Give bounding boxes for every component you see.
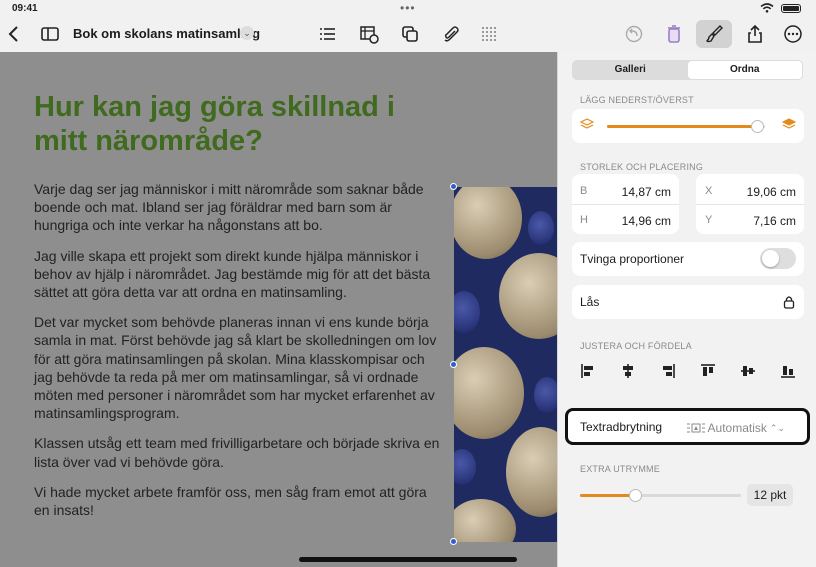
- document-body[interactable]: Hur kan jag göra skillnad i mitt närområ…: [34, 90, 444, 519]
- paragraph[interactable]: Varje dag ser jag människor i mitt närom…: [34, 180, 444, 235]
- y-label: Y: [705, 214, 713, 226]
- height-field[interactable]: 14,96 cm: [622, 214, 671, 228]
- layer-slider[interactable]: [607, 120, 765, 133]
- bring-to-front-icon[interactable]: [782, 118, 796, 132]
- paintbrush-icon[interactable]: [696, 20, 732, 48]
- extra-space-field[interactable]: 12 pkt: [747, 484, 793, 506]
- height-label: H: [580, 214, 588, 226]
- width-label: B: [580, 185, 588, 197]
- lock-label: Lås: [580, 295, 600, 309]
- position-fields-card: X 19,06 cm Y 7,16 cm: [696, 174, 804, 234]
- multitasking-dots-icon[interactable]: •••: [400, 1, 416, 15]
- more-icon[interactable]: [779, 20, 807, 48]
- text-wrap-label: Textradbrytning: [580, 420, 663, 434]
- chevron-left-icon[interactable]: [0, 20, 28, 48]
- text-wrap-row[interactable]: Textradbrytning Automatisk ⌃⌄: [565, 408, 810, 445]
- paragraph[interactable]: Det var mycket som behövde planeras inna…: [34, 313, 444, 422]
- selection-handle[interactable]: [450, 538, 457, 545]
- share-icon[interactable]: [741, 20, 769, 48]
- selected-photo[interactable]: [454, 187, 557, 542]
- chevron-updown-icon: ⌃⌄: [769, 423, 785, 433]
- status-bar: 09:41 •••: [0, 0, 816, 16]
- format-inspector: Galleri Ordna LÄGG NEDERST/ÖVERST STORLE…: [557, 52, 816, 567]
- trash-icon[interactable]: [660, 20, 688, 48]
- size-fields-card: B 14,87 cm H 14,96 cm: [572, 174, 679, 234]
- page-title[interactable]: Hur kan jag göra skillnad i mitt närområ…: [34, 90, 444, 158]
- paperclip-icon[interactable]: [437, 20, 465, 48]
- table-chart-icon[interactable]: [355, 20, 383, 48]
- constrain-proportions-row: Tvinga proportioner: [572, 242, 804, 276]
- layer-section-label: LÄGG NEDERST/ÖVERST: [580, 95, 694, 105]
- home-indicator[interactable]: [299, 557, 517, 562]
- x-label: X: [705, 185, 713, 197]
- battery-icon: [781, 4, 801, 13]
- extra-space-slider[interactable]: [580, 489, 741, 502]
- size-section-label: STORLEK OCH PLACERING: [580, 162, 704, 172]
- sidebar-icon[interactable]: [36, 20, 64, 48]
- text-wrap-popup[interactable]: Automatisk ⌃⌄: [686, 421, 785, 435]
- align-left-icon[interactable]: [580, 363, 596, 379]
- lock-row[interactable]: Lås: [572, 285, 804, 319]
- align-center-icon[interactable]: [620, 363, 636, 379]
- tab-galleri[interactable]: Galleri: [573, 61, 688, 79]
- toolbar: Bok om skolans matinsamling ⌄: [0, 16, 816, 52]
- width-field[interactable]: 14,87 cm: [622, 185, 671, 199]
- tab-ordna[interactable]: Ordna: [687, 61, 802, 79]
- paragraph[interactable]: Jag ville skapa ett projekt som direkt k…: [34, 247, 444, 302]
- shapes-icon[interactable]: [396, 20, 424, 48]
- selection-handle[interactable]: [450, 361, 457, 368]
- lock-icon[interactable]: [783, 295, 795, 309]
- y-field[interactable]: 7,16 cm: [753, 214, 796, 228]
- constrain-proportions-label: Tvinga proportioner: [580, 252, 685, 266]
- paragraph[interactable]: Klassen utsåg ett team med frivilligarbe…: [34, 434, 444, 470]
- texture-icon: [475, 20, 503, 48]
- document-title[interactable]: Bok om skolans matinsamling: [73, 26, 260, 41]
- text-wrap-icon: [686, 423, 705, 433]
- align-top-icon[interactable]: [700, 363, 716, 379]
- wifi-icon: [760, 3, 774, 13]
- align-bottom-icon[interactable]: [780, 363, 796, 379]
- paragraph[interactable]: Vi hade mycket arbete framför oss, men s…: [34, 483, 444, 519]
- send-to-back-icon[interactable]: [580, 118, 594, 132]
- align-middle-icon[interactable]: [740, 363, 756, 379]
- align-section-label: JUSTERA OCH FÖRDELA: [580, 341, 692, 351]
- chevron-down-icon[interactable]: ⌄: [240, 26, 254, 40]
- inspector-tabs: Galleri Ordna: [572, 60, 803, 80]
- constrain-proportions-toggle[interactable]: [760, 248, 796, 269]
- undo-icon[interactable]: [620, 20, 648, 48]
- status-time: 09:41: [12, 3, 38, 14]
- layer-slider-card: [572, 109, 804, 143]
- selection-handle[interactable]: [450, 183, 457, 190]
- list-icon[interactable]: [314, 20, 342, 48]
- align-right-icon[interactable]: [660, 363, 676, 379]
- extra-space-section-label: EXTRA UTRYMME: [580, 464, 660, 474]
- text-wrap-value: Automatisk: [707, 421, 767, 435]
- x-field[interactable]: 19,06 cm: [747, 185, 796, 199]
